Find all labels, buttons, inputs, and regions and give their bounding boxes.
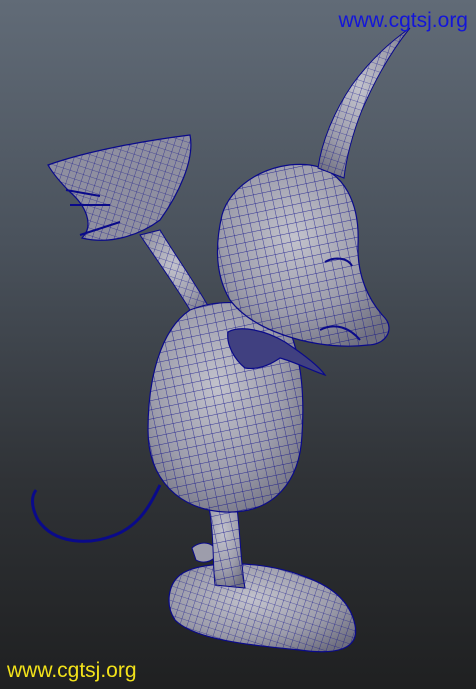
horn xyxy=(317,27,411,179)
tail xyxy=(31,484,162,543)
watermark-bottom: www.cgtsj.org xyxy=(7,659,137,682)
watermark-top: www.cgtsj.org xyxy=(338,9,468,32)
wing xyxy=(47,134,192,241)
wing-arm xyxy=(139,229,217,319)
3d-viewport[interactable]: www.cgtsj.org www.cgtsj.org xyxy=(0,0,476,689)
creature-mesh-wireframe[interactable] xyxy=(0,0,476,689)
feet xyxy=(168,542,357,653)
